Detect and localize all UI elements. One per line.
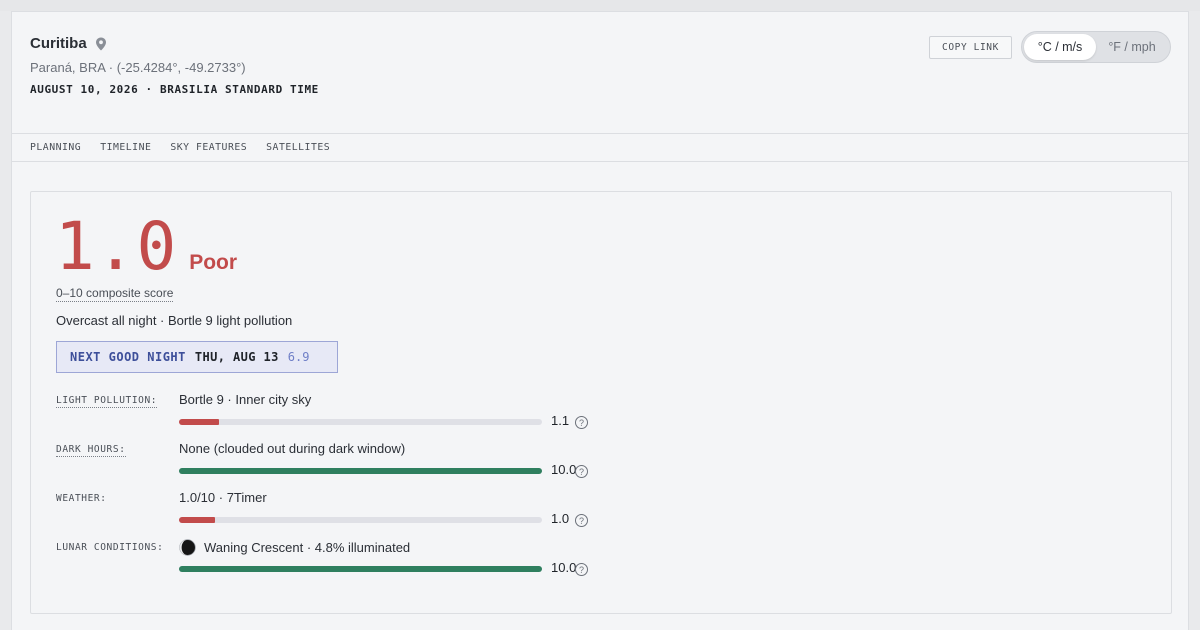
help-icon[interactable]: ?: [575, 416, 588, 429]
unit-metric-option[interactable]: °C / m/s: [1024, 34, 1096, 60]
factor-value: 10.0: [551, 462, 577, 477]
help-icon[interactable]: ?: [575, 563, 588, 576]
factor-description: 1.0/10 · 7Timer: [179, 490, 267, 505]
tab-bar: PLANNING TIMELINE SKY FEATURES SATELLITE…: [12, 133, 1188, 162]
tab-satellites[interactable]: SATELLITES: [266, 142, 330, 153]
factor-value: 1.0: [551, 511, 570, 526]
factor-description: Waning Crescent · 4.8% illuminated: [179, 539, 410, 556]
copy-link-button[interactable]: COPY LINK: [929, 36, 1012, 59]
factor-label[interactable]: DARK HOURS:: [56, 444, 126, 457]
factor-label: LUNAR CONDITIONS:: [56, 542, 164, 553]
factor-bar-fill: [179, 468, 542, 474]
factor-bar: [179, 517, 542, 523]
background-strip: [0, 0, 1200, 11]
tab-sky-features[interactable]: SKY FEATURES: [170, 142, 247, 153]
tab-timeline[interactable]: TIMELINE: [100, 142, 151, 153]
planning-panel: 1.0 Poor 0–10 composite score Overcast a…: [30, 191, 1172, 614]
factor-bar: [179, 419, 542, 425]
city-row: Curitiba: [30, 35, 107, 52]
factor-bar-fill: [179, 517, 216, 523]
factor-text: 1.0/10 · 7Timer: [179, 490, 267, 505]
units-toggle[interactable]: °C / m/s °F / mph: [1021, 31, 1171, 63]
factor-bar-fill: [179, 566, 542, 572]
next-good-night-label: NEXT GOOD NIGHT: [70, 350, 186, 364]
unit-imperial-option[interactable]: °F / mph: [1096, 34, 1168, 60]
city-name: Curitiba: [30, 35, 87, 52]
moon-icon: [179, 539, 196, 556]
factor-bar-fill: [179, 419, 219, 425]
next-good-night-score: 6.9: [287, 350, 310, 364]
forecast-card: Curitiba Paraná, BRA · (-25.4284°, -49.2…: [11, 11, 1189, 630]
score-grade: Poor: [189, 251, 238, 274]
factor-label: WEATHER:: [56, 493, 107, 504]
factor-text: None (clouded out during dark window): [179, 441, 406, 456]
next-good-night-date: THU, AUG 13: [194, 350, 279, 364]
factor-bar: [179, 468, 542, 474]
factor-text: Waning Crescent · 4.8% illuminated: [204, 540, 411, 555]
help-icon[interactable]: ?: [575, 465, 588, 478]
factor-description: Bortle 9 · Inner city sky: [179, 392, 311, 407]
factor-dark-hours: DARK HOURS: None (clouded out during dar…: [56, 441, 616, 481]
factor-light-pollution: LIGHT POLLUTION: Bortle 9 · Inner city s…: [56, 392, 616, 432]
location-header: Curitiba Paraná, BRA · (-25.4284°, -49.2…: [12, 12, 1188, 133]
tab-planning[interactable]: PLANNING: [30, 142, 81, 153]
factor-weather: WEATHER: 1.0/10 · 7Timer 1.0 ?: [56, 490, 616, 530]
night-summary: Overcast all night · Bortle 9 light poll…: [56, 313, 293, 328]
region-coordinates: Paraná, BRA · (-25.4284°, -49.2733°): [30, 60, 246, 75]
score-row: 1.0 Poor: [55, 214, 237, 280]
factor-text: Bortle 9 · Inner city sky: [179, 392, 312, 407]
map-pin-icon[interactable]: [95, 37, 107, 51]
factor-value: 1.1: [551, 413, 570, 428]
factor-lunar-conditions: LUNAR CONDITIONS: Waning Crescent · 4.8%…: [56, 539, 616, 579]
factor-description: None (clouded out during dark window): [179, 441, 405, 456]
factor-value: 10.0: [551, 560, 577, 575]
factor-label[interactable]: LIGHT POLLUTION:: [56, 395, 158, 408]
help-icon[interactable]: ?: [575, 514, 588, 527]
factor-bar: [179, 566, 542, 572]
date-timezone: AUGUST 10, 2026 · BRASILIA STANDARD TIME: [30, 83, 319, 96]
next-good-night-badge[interactable]: NEXT GOOD NIGHT THU, AUG 13 6.9: [56, 341, 338, 373]
score-value: 1.0: [55, 208, 178, 285]
composite-score-label[interactable]: 0–10 composite score: [56, 286, 174, 302]
